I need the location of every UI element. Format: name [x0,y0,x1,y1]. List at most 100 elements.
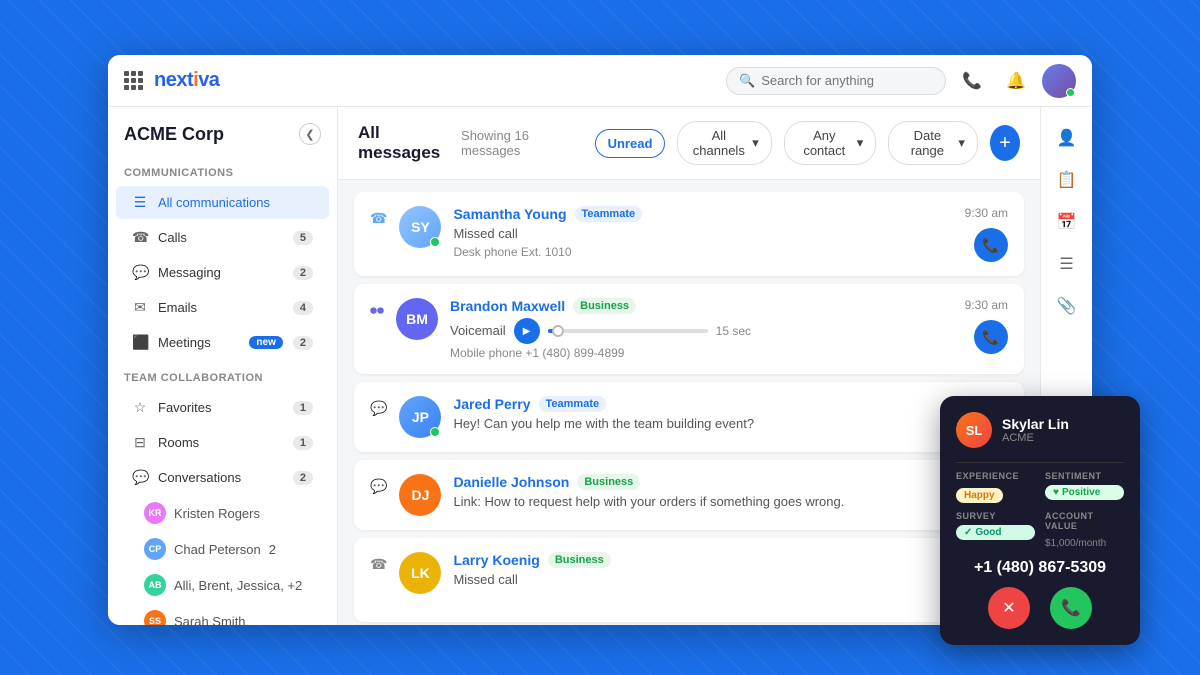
showing-count: Showing 16 messages [461,128,571,158]
call-button[interactable]: 📞 [974,228,1008,262]
sidebar-item-conversations[interactable]: 💬 Conversations 2 [116,461,329,494]
avatar: DJ [399,474,441,516]
conversation-chad[interactable]: CP Chad Peterson 2 [116,532,329,566]
top-nav: nextiva 🔍 📞 🔔 [108,55,1092,107]
conversation-kristen[interactable]: KR Kristen Rogers [116,496,329,530]
search-input[interactable] [761,73,933,88]
date-filter-btn[interactable]: Date range ▾ [888,121,978,165]
sentiment-col: SENTIMENT ♥ Positive [1045,471,1124,503]
progress-bar[interactable] [548,329,708,333]
check-icon: ✓ [964,527,972,538]
chevron-down-icon: ▾ [857,135,864,151]
popup-experience-row: EXPERIENCE Happy SENTIMENT ♥ Positive [956,471,1124,503]
message-card[interactable]: ⏺⏺ BM Brandon Maxwell Business Voicemail… [354,284,1024,374]
chevron-down-icon: ▾ [958,135,965,151]
conversation-sarah[interactable]: SS Sarah Smith [116,604,329,625]
conversation-group[interactable]: AB Alli, Brent, Jessica, +2 [116,568,329,602]
messages-list: ☎ SY Samantha Young Teammate Missed call… [338,180,1040,625]
calls-badge: 5 [293,231,313,245]
popup-contact-company: ACME [1002,432,1069,444]
popup-contact-name: Skylar Lin [1002,416,1069,432]
sentiment-label: SENTIMENT [1045,471,1124,481]
contact-filter-btn[interactable]: Any contact ▾ [784,121,877,165]
online-status-dot [430,427,440,437]
user-avatar[interactable] [1042,64,1076,98]
company-name: ACME Corp [124,124,224,145]
message-content: Jared Perry Teammate Hey! Can you help m… [453,396,996,433]
message-card[interactable]: ☎ SY Samantha Young Teammate Missed call… [354,192,1024,276]
conversation-label: Sarah Smith [174,614,246,626]
sidebar-item-label: Rooms [158,435,283,450]
messages-header: All messages Showing 16 messages Unread … [338,107,1040,180]
message-content: Brandon Maxwell Business Voicemail ▶ 15 … [450,298,953,360]
sender-tag: Business [577,474,640,490]
message-time: 9:30 am [965,206,1008,220]
message-body: Link: How to request help with your orde… [453,493,996,511]
sidebar: ACME Corp ❮ Communications ☰ All communi… [108,107,338,625]
sender-tag: Teammate [539,396,607,412]
sender-name: Brandon Maxwell [450,298,565,314]
sidebar-item-rooms[interactable]: ⊟ Rooms 1 [116,426,329,459]
sidebar-item-label: Favorites [158,400,283,415]
sidebar-item-favorites[interactable]: ☆ Favorites 1 [116,391,329,424]
popup-phone-number: +1 (480) 867-5309 [956,559,1124,577]
account-value: $1,000/month [1045,535,1124,549]
avatar: AB [144,574,166,596]
emails-icon: ✉ [132,299,148,316]
contacts-icon-btn[interactable]: 👤 [1048,119,1086,157]
search-icon: 🔍 [739,73,755,89]
channels-label: All channels [690,128,747,158]
meetings-count-badge: 2 [293,336,313,350]
call-button[interactable]: 📞 [974,320,1008,354]
message-content: Larry Koenig Business Missed call [453,552,952,589]
tasks-icon-btn[interactable]: 📋 [1048,161,1086,199]
sidebar-item-label: Conversations [158,470,283,485]
conversations-badge: 2 [293,471,313,485]
avatar: BM [396,298,438,340]
channels-filter-btn[interactable]: All channels ▾ [677,121,771,165]
all-comm-icon: ☰ [132,194,148,211]
unread-label: Unread [608,136,653,151]
add-btn[interactable]: + [990,125,1020,161]
message-card[interactable]: ☎ LK Larry Koenig Business Missed call 9… [354,538,1024,622]
grid-icon[interactable] [124,71,144,91]
play-button[interactable]: ▶ [514,318,540,344]
sidebar-item-emails[interactable]: ✉ Emails 4 [116,291,329,324]
sidebar-item-calls[interactable]: ☎ Calls 5 [116,221,329,254]
sidebar-header: ACME Corp ❮ [108,107,337,155]
collapse-btn[interactable]: ❮ [299,123,321,145]
avatar: SY [399,206,441,248]
phone-icon-btn[interactable]: 📞 [954,63,990,99]
sidebar-item-messaging[interactable]: 💬 Messaging 2 [116,256,329,289]
list-icon-btn[interactable]: ☰ [1048,245,1086,283]
call-popup: SL Skylar Lin ACME EXPERIENCE Happy SENT… [940,396,1140,645]
message-card[interactable]: 💬 DJ Danielle Johnson Business Link: How… [354,460,1024,530]
sender-tag: Business [548,552,611,568]
accept-call-btn[interactable]: 📞 [1050,587,1092,629]
message-sub: Desk phone Ext. 1010 [453,245,952,259]
favorites-badge: 1 [293,401,313,415]
message-body: Hey! Can you help me with the team build… [453,415,996,433]
bell-icon-btn[interactable]: 🔔 [998,63,1034,99]
logo: nextiva [154,69,219,92]
avatar: CP [144,538,166,560]
sidebar-item-label: Meetings [158,335,239,350]
search-bar[interactable]: 🔍 [726,67,946,95]
unread-filter-btn[interactable]: Unread [595,129,666,158]
message-card[interactable]: 💬 JP Jared Perry Teammate Hey! Can you h… [354,382,1024,452]
decline-call-btn[interactable]: ✕ [988,587,1030,629]
phone-indicator-icon: ☎ [370,554,387,573]
conversation-label: Kristen Rogers [174,506,260,521]
sender-name: Danielle Johnson [453,474,569,490]
messages-title: All messages [358,123,449,163]
sidebar-item-all-communications[interactable]: ☰ All communications [116,186,329,219]
sidebar-item-meetings[interactable]: ⬛ Meetings new 2 [116,326,329,359]
meetings-new-badge: new [249,336,282,349]
voicemail-indicator-icon: ⏺⏺ [370,300,384,319]
attachment-icon-btn[interactable]: 📎 [1048,287,1086,325]
account-col: ACCOUNT VALUE $1,000/month [1045,511,1124,549]
calendar-icon-btn[interactable]: 📅 [1048,203,1086,241]
rooms-badge: 1 [293,436,313,450]
chad-badge: 2 [269,542,276,557]
sender-tag: Teammate [575,206,643,222]
